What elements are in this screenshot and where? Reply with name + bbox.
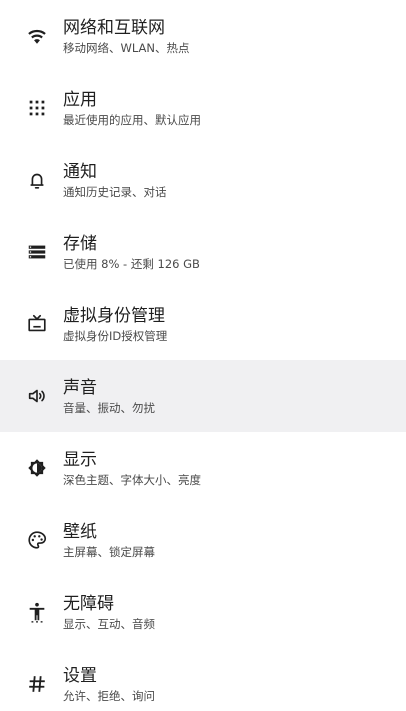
- settings-item-notifications[interactable]: 通知 通知历史记录、对话: [0, 144, 406, 216]
- bell-icon: [25, 168, 49, 192]
- settings-item-subtitle: 最近使用的应用、默认应用: [63, 112, 201, 127]
- apps-grid-icon: [25, 96, 49, 120]
- settings-item-accessibility[interactable]: 无障碍 显示、互动、音频: [0, 576, 406, 648]
- settings-item-title: 显示: [63, 449, 97, 470]
- settings-item-title: 网络和互联网: [63, 17, 165, 38]
- settings-item-sound[interactable]: 声音 音量、振动、勿扰: [0, 360, 406, 432]
- settings-item-subtitle: 显示、互动、音频: [63, 616, 155, 631]
- settings-list: 网络和互联网 移动网络、WLAN、热点 应用 最近使用的应用、默认应用 通知 通…: [0, 0, 406, 711]
- wifi-icon: [25, 24, 49, 48]
- settings-item-network[interactable]: 网络和互联网 移动网络、WLAN、热点: [0, 0, 406, 72]
- volume-icon: [25, 384, 49, 408]
- settings-item-title: 应用: [63, 89, 97, 110]
- tv-icon: [25, 312, 49, 336]
- storage-icon: [25, 240, 49, 264]
- settings-item-subtitle: 主屏幕、锁定屏幕: [63, 544, 155, 559]
- settings-item-title: 无障碍: [63, 593, 114, 614]
- settings-item-title: 存储: [63, 233, 97, 254]
- settings-item-virtual-identity[interactable]: 虚拟身份管理 虚拟身份ID授权管理: [0, 288, 406, 360]
- settings-item-subtitle: 已使用 8% - 还剩 126 GB: [63, 256, 200, 271]
- settings-item-subtitle: 允许、拒绝、询问: [63, 688, 155, 703]
- settings-item-title: 声音: [63, 377, 97, 398]
- palette-icon: [25, 528, 49, 552]
- brightness-icon: [25, 456, 49, 480]
- settings-item-subtitle: 通知历史记录、对话: [63, 184, 167, 199]
- settings-item-title: 通知: [63, 161, 97, 182]
- settings-item-subtitle: 虚拟身份ID授权管理: [63, 328, 168, 343]
- settings-item-storage[interactable]: 存储 已使用 8% - 还剩 126 GB: [0, 216, 406, 288]
- settings-item-settings[interactable]: 设置 允许、拒绝、询问: [0, 648, 406, 711]
- settings-item-subtitle: 深色主题、字体大小、亮度: [63, 472, 201, 487]
- accessibility-icon: [25, 600, 49, 624]
- settings-item-title: 虚拟身份管理: [63, 305, 165, 326]
- settings-item-wallpaper[interactable]: 壁纸 主屏幕、锁定屏幕: [0, 504, 406, 576]
- settings-item-subtitle: 音量、振动、勿扰: [63, 400, 155, 415]
- settings-item-subtitle: 移动网络、WLAN、热点: [63, 40, 190, 55]
- hash-icon: [25, 672, 49, 696]
- settings-item-display[interactable]: 显示 深色主题、字体大小、亮度: [0, 432, 406, 504]
- settings-item-apps[interactable]: 应用 最近使用的应用、默认应用: [0, 72, 406, 144]
- settings-item-title: 设置: [63, 665, 97, 686]
- settings-item-title: 壁纸: [63, 521, 97, 542]
